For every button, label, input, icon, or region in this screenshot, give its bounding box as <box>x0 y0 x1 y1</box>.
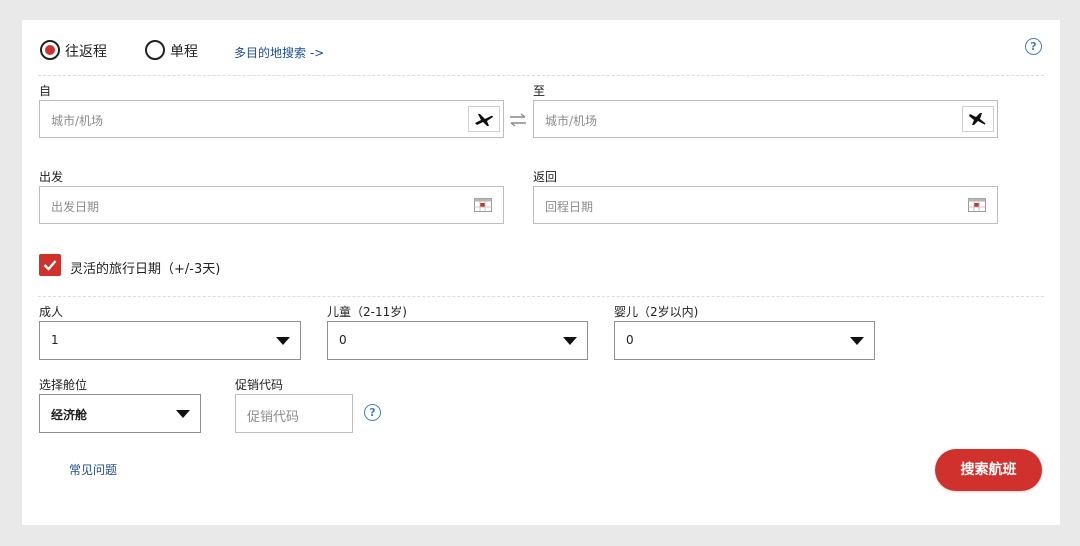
one-way-radio[interactable] <box>145 40 165 60</box>
divider <box>38 296 1044 297</box>
promo-code-input[interactable]: 促销代码 <box>235 394 353 433</box>
plane-departure-icon[interactable] <box>468 106 500 132</box>
depart-date-field[interactable]: 出发日期 <box>39 186 504 224</box>
calendar-icon[interactable] <box>968 198 986 212</box>
search-flights-button[interactable]: 搜索航班 <box>935 449 1042 491</box>
cabin-value: 经济舱 <box>51 408 88 422</box>
promo-label: 促销代码 <box>235 378 284 392</box>
return-placeholder: 回程日期 <box>545 200 594 214</box>
promo-placeholder: 促销代码 <box>247 410 300 425</box>
to-label: 至 <box>533 84 546 98</box>
swap-arrows-icon[interactable] <box>509 112 527 131</box>
infants-select[interactable]: 0 <box>614 321 875 360</box>
promo-help-icon[interactable]: ? <box>364 404 381 421</box>
plane-arrival-icon[interactable] <box>962 106 994 132</box>
divider <box>38 75 1044 76</box>
flight-search-form: 往返程 单程 多目的地搜索 -> ? 自 城市/机场 至 城市/机场 出发 出发… <box>22 20 1060 525</box>
adults-label: 成人 <box>39 305 64 319</box>
round-trip-radio[interactable] <box>40 40 60 60</box>
adults-value: 1 <box>51 333 59 347</box>
depart-placeholder: 出发日期 <box>51 200 100 214</box>
depart-label: 出发 <box>39 170 64 184</box>
multi-city-link[interactable]: 多目的地搜索 -> <box>234 44 324 61</box>
flexible-dates-checkbox[interactable] <box>39 254 61 276</box>
from-label: 自 <box>39 84 52 98</box>
calendar-icon[interactable] <box>474 198 492 212</box>
cabin-select[interactable]: 经济舱 <box>39 394 201 433</box>
chevron-down-icon <box>276 337 290 345</box>
chevron-down-icon <box>850 337 864 345</box>
round-trip-label[interactable]: 往返程 <box>65 41 107 61</box>
from-field[interactable]: 城市/机场 <box>39 100 504 138</box>
chevron-down-icon <box>176 410 190 418</box>
to-field[interactable]: 城市/机场 <box>533 100 998 138</box>
flexible-dates-label[interactable]: 灵活的旅行日期（+/-3天) <box>70 258 220 277</box>
children-label: 儿童（2-11岁) <box>327 305 407 319</box>
faq-link[interactable]: 常见问题 <box>69 461 117 478</box>
return-date-field[interactable]: 回程日期 <box>533 186 998 224</box>
children-select[interactable]: 0 <box>327 321 588 360</box>
adults-select[interactable]: 1 <box>39 321 301 360</box>
children-value: 0 <box>339 333 347 347</box>
help-icon[interactable]: ? <box>1025 38 1042 55</box>
from-placeholder: 城市/机场 <box>51 114 104 128</box>
to-placeholder: 城市/机场 <box>545 114 598 128</box>
chevron-down-icon <box>563 337 577 345</box>
return-label: 返回 <box>533 170 558 184</box>
infants-label: 婴儿（2岁以内) <box>614 305 699 319</box>
one-way-label[interactable]: 单程 <box>170 41 198 61</box>
infants-value: 0 <box>626 333 634 347</box>
cabin-label: 选择舱位 <box>39 378 88 392</box>
checkmark-icon <box>43 260 57 271</box>
